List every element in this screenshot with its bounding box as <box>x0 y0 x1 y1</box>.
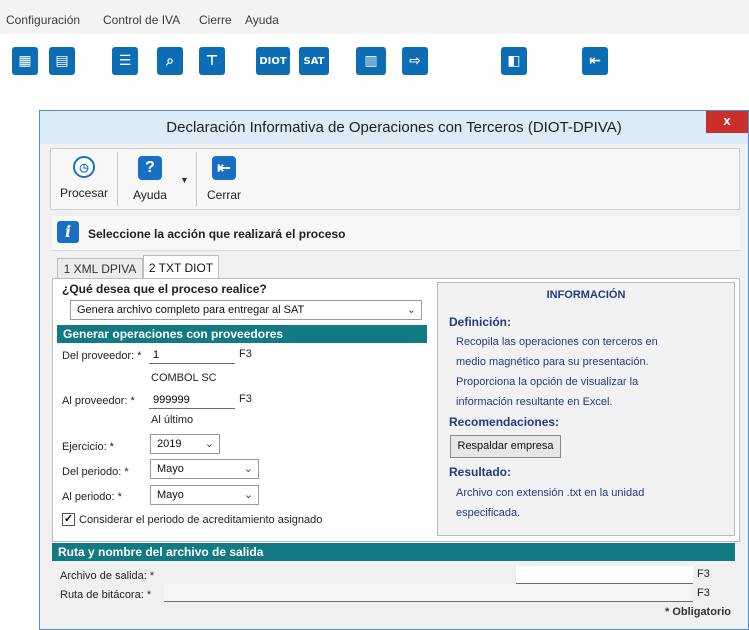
ejercicio-select[interactable]: 2019 ⌄ <box>150 434 220 454</box>
chevron-down-icon: ⌄ <box>406 304 416 316</box>
respaldar-empresa-button[interactable]: Respaldar empresa <box>450 435 561 458</box>
help-icon: ? <box>138 156 162 180</box>
tab-txt-diot[interactable]: 2 TXT DIOT <box>143 255 219 279</box>
del-periodo-value: Mayo <box>157 463 184 475</box>
definicion-title: Definición: <box>449 315 511 329</box>
process-select[interactable]: Genera archivo completo para entregar al… <box>70 300 422 320</box>
section-ruta: Ruta y nombre del archivo de salida <box>52 543 735 561</box>
ejercicio-label: Ejercicio: * <box>62 441 114 453</box>
menu-control-iva[interactable]: Control de IVA <box>103 13 180 27</box>
required-note: * Obligatorio <box>665 606 731 618</box>
chevron-down-icon: ⌄ <box>243 463 253 475</box>
clock-icon: ◷ <box>73 156 95 178</box>
f3-key: F3 <box>239 348 252 360</box>
al-proveedor-label: Al proveedor: * <box>62 395 135 407</box>
recomendaciones-title: Recomendaciones: <box>449 415 560 429</box>
info-icon: i <box>57 221 79 243</box>
diot-icon[interactable]: DIOT <box>256 47 290 75</box>
menu-cierre[interactable]: Cierre <box>199 13 232 27</box>
al-periodo-value: Mayo <box>157 489 184 501</box>
del-periodo-select[interactable]: Mayo ⌄ <box>150 459 259 479</box>
process-question: ¿Qué desea que el proceso realice? <box>62 282 267 296</box>
menu-configuracion[interactable]: Configuración <box>6 13 80 27</box>
ayuda-label: Ayuda <box>133 188 167 202</box>
report-icon[interactable]: ☰ <box>112 47 138 75</box>
acreditamiento-label: Considerar el periodo de acreditamiento … <box>79 514 323 526</box>
process-select-value: Genera archivo completo para entregar al… <box>77 304 305 316</box>
definicion-line: información resultante en Excel. <box>456 396 613 408</box>
chart-icon[interactable]: ▥ <box>356 47 386 75</box>
resultado-line: especificada. <box>456 507 521 519</box>
chevron-down-icon: ⌄ <box>243 489 253 501</box>
chevron-down-icon[interactable]: ▼ <box>180 175 189 185</box>
exit-door-icon: ⇤ <box>212 156 236 180</box>
resultado-title: Resultado: <box>449 465 512 479</box>
procesar-label: Procesar <box>59 186 109 200</box>
calculator-icon[interactable]: ▦ <box>12 47 38 75</box>
dialog-title: Declaración Informativa de Operaciones c… <box>166 119 622 136</box>
close-button[interactable]: x <box>706 111 748 133</box>
definicion-line: Proporciona la opción de visualizar la <box>456 376 639 388</box>
al-periodo-label: Al periodo: * <box>62 491 122 503</box>
cerrar-label: Cerrar <box>206 188 241 202</box>
ayuda-button[interactable]: ? Ayuda <box>126 150 174 208</box>
user-manual-icon[interactable]: ◧ <box>501 47 527 75</box>
definicion-line: Recopila las operaciones con terceros en <box>456 336 658 348</box>
export-icon[interactable]: ⇨ <box>402 47 428 75</box>
al-proveedor-name: Al último <box>151 414 194 426</box>
banner-text: Seleccione la acción que realizará el pr… <box>88 227 346 241</box>
chevron-down-icon: ⌄ <box>204 438 214 450</box>
al-proveedor-input[interactable]: 999999 <box>149 391 235 409</box>
acreditamiento-checkbox[interactable]: ✓ <box>62 513 75 526</box>
sat-icon[interactable]: SAT <box>299 47 329 75</box>
tax-icon[interactable]: ⊤ <box>199 47 225 75</box>
ruta-bitacora-input[interactable] <box>164 584 693 602</box>
section-proveedores: Generar operaciones con proveedores <box>57 325 427 343</box>
ejercicio-value: 2019 <box>157 438 182 450</box>
f3-key: F3 <box>697 568 710 580</box>
toolbar-divider <box>196 152 197 206</box>
archivo-salida-label: Archivo de salida: * <box>60 570 155 582</box>
f3-key: F3 <box>239 393 252 405</box>
cerrar-button[interactable]: ⇤ Cerrar <box>202 150 246 208</box>
tab-xml-dpiva[interactable]: 1 XML DPIVA <box>57 258 143 279</box>
spreadsheet-icon[interactable]: ▤ <box>49 47 75 75</box>
archivo-salida-input[interactable] <box>516 566 693 584</box>
menu-ayuda[interactable]: Ayuda <box>245 13 279 27</box>
al-periodo-select[interactable]: Mayo ⌄ <box>150 485 259 505</box>
del-proveedor-name: COMBOL SC <box>151 372 217 384</box>
resultado-line: Archivo con extensión .txt en la unidad <box>456 487 645 499</box>
info-heading: INFORMACIÓN <box>546 289 626 301</box>
toolbar-divider <box>117 152 118 206</box>
del-proveedor-label: Del proveedor: * <box>62 350 142 362</box>
del-proveedor-input[interactable]: 1 <box>149 346 235 364</box>
exit-icon[interactable]: ⇤ <box>582 47 608 75</box>
definicion-line: medio magnético para su presentación. <box>456 356 649 368</box>
f3-key: F3 <box>697 587 710 599</box>
ruta-bitacora-label: Ruta de bitácora: * <box>60 589 152 601</box>
procesar-button[interactable]: ◷ Procesar <box>58 150 110 208</box>
search-report-icon[interactable]: ⌕ <box>157 47 183 75</box>
del-periodo-label: Del periodo: * <box>62 466 129 478</box>
